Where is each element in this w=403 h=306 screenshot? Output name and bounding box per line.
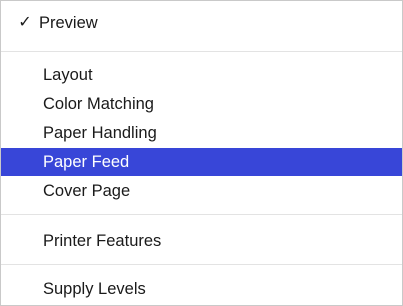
menu-item-cover-page[interactable]: Cover Page [1, 177, 402, 205]
menu-separator [1, 264, 402, 265]
checkmark-icon: ✓ [18, 14, 32, 31]
menu-item-label: Supply Levels [43, 280, 146, 298]
menu-separator [1, 51, 402, 52]
menu-item-paper-handling[interactable]: Paper Handling [1, 119, 402, 147]
menu-item-label: Layout [43, 66, 93, 84]
menu-item-preview[interactable]: ✓ Preview [1, 9, 402, 37]
menu-item-layout[interactable]: Layout [1, 61, 402, 89]
menu-item-printer-features[interactable]: Printer Features [1, 227, 402, 255]
menu-item-label: Paper Handling [43, 124, 157, 142]
menu-item-label: Color Matching [43, 95, 154, 113]
menu-item-paper-feed[interactable]: Paper Feed [1, 148, 402, 176]
menu-item-color-matching[interactable]: Color Matching [1, 90, 402, 118]
menu-item-label: Cover Page [43, 182, 131, 200]
menu-item-label: Printer Features [43, 232, 162, 250]
print-options-menu: ✓ Preview Layout Color Matching Paper Ha… [0, 0, 403, 306]
menu-item-label: Paper Feed [43, 153, 130, 171]
menu-item-label: Preview [39, 14, 98, 32]
menu-item-supply-levels[interactable]: Supply Levels [1, 275, 402, 303]
menu-separator [1, 214, 402, 215]
